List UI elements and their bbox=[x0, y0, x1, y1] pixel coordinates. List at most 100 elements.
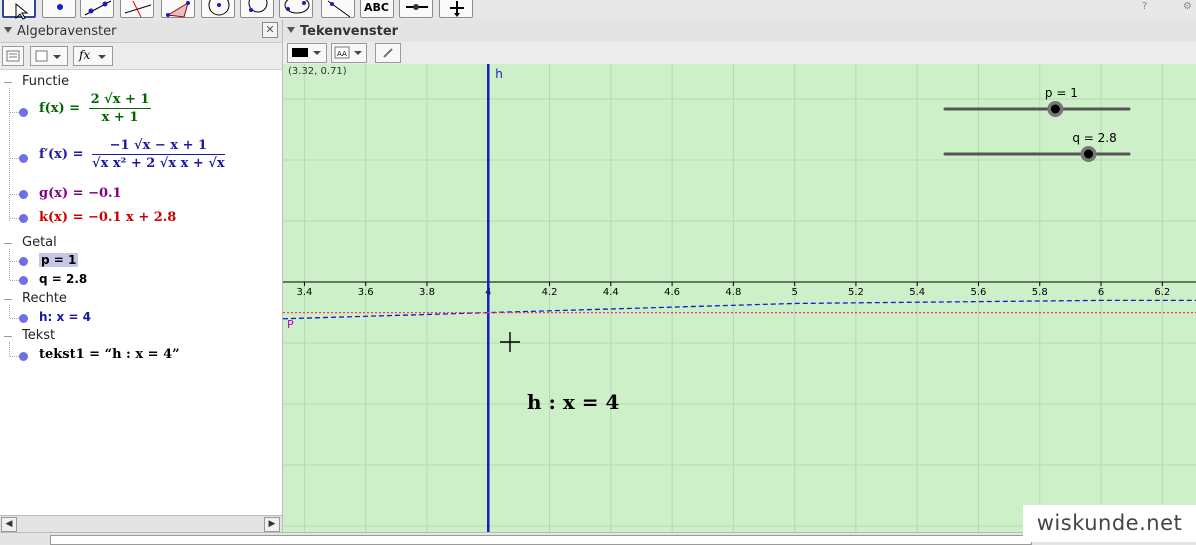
algebra-view-header: Algebravenster ✕ bbox=[0, 20, 282, 43]
line-tool-button[interactable] bbox=[80, 0, 114, 18]
group-getal[interactable]: Getal bbox=[22, 235, 57, 250]
function-f-fraction: 2 √x + 1 x + 1 bbox=[88, 92, 152, 125]
collapse-tekst-icon[interactable] bbox=[4, 336, 12, 337]
algebra-view: Algebravenster ✕ fx Functie f(x) = 2 √x … bbox=[0, 20, 283, 532]
visibility-toggle-q[interactable] bbox=[19, 276, 28, 285]
tree-connector bbox=[10, 158, 19, 159]
x-tick-label: 5.2 bbox=[848, 287, 864, 298]
visibility-toggle-f[interactable] bbox=[19, 108, 28, 117]
x-tick-label: 4.2 bbox=[542, 287, 558, 298]
settings-icon[interactable]: ⚙ bbox=[1183, 1, 1192, 12]
conic-icon bbox=[284, 0, 310, 14]
function-f-denominator: x + 1 bbox=[101, 110, 139, 125]
collapse-getal-icon[interactable] bbox=[4, 243, 12, 244]
visibility-toggle-k[interactable] bbox=[19, 214, 28, 223]
horizontal-scrollbar[interactable]: ◀ ▶ bbox=[0, 515, 282, 532]
graphics-view-header: Tekenvenster bbox=[283, 20, 1196, 43]
number-q[interactable]: q = 2.8 bbox=[39, 272, 87, 286]
polygon-icon bbox=[166, 1, 190, 18]
help-icon[interactable]: ? bbox=[1142, 1, 1147, 12]
description-mode-button[interactable]: fx bbox=[73, 46, 113, 66]
function-f[interactable]: f(x) = 2 √x + 1 x + 1 bbox=[39, 92, 152, 125]
style-bar: AA bbox=[283, 42, 1196, 65]
crosshair-cursor-icon bbox=[500, 332, 520, 352]
text-object-h: h : x = 4 bbox=[527, 390, 619, 414]
function-fprime-numerator: −1 √x − x + 1 bbox=[92, 138, 225, 155]
perpendicular-tool-button[interactable] bbox=[120, 0, 154, 18]
collapse-triangle-icon[interactable] bbox=[4, 27, 12, 33]
tree-connector bbox=[10, 280, 19, 281]
collapse-functie-icon[interactable] bbox=[4, 82, 12, 83]
group-functie[interactable]: Functie bbox=[22, 74, 69, 89]
group-rechte[interactable]: Rechte bbox=[22, 291, 67, 306]
pin-icon bbox=[383, 48, 393, 58]
text-size-icon: AA bbox=[334, 46, 362, 59]
x-tick-label: 4.4 bbox=[603, 287, 619, 298]
tree-connector bbox=[9, 249, 11, 280]
angle-tool-button[interactable] bbox=[321, 0, 355, 18]
toolbar: ABC ? ⚙ bbox=[0, 0, 1196, 21]
function-f-lhs: f(x) = bbox=[39, 101, 81, 116]
series-curve-f bbox=[283, 299, 1196, 320]
visibility-toggle-fprime[interactable] bbox=[19, 154, 28, 163]
list-icon bbox=[6, 50, 20, 62]
auxiliary-objects-button[interactable] bbox=[2, 46, 24, 66]
chevron-down-icon bbox=[98, 55, 106, 59]
x-tick-label: 3.6 bbox=[358, 287, 374, 298]
watermark: wiskunde.net bbox=[1023, 505, 1196, 542]
function-fprime-fraction: −1 √x − x + 1 √x x² + 2 √x x + √x bbox=[92, 138, 225, 171]
tree-connector bbox=[10, 218, 19, 219]
text-tekst1[interactable]: tekst1 = “h : x = 4” bbox=[39, 347, 180, 362]
x-tick-label: 5 bbox=[791, 287, 797, 298]
number-p-text: p = 1 bbox=[39, 253, 79, 267]
slider-q-label: q = 2.8 bbox=[1072, 131, 1116, 145]
tree-connector bbox=[9, 342, 11, 356]
point-icon bbox=[57, 4, 63, 10]
visibility-toggle-p[interactable] bbox=[19, 257, 28, 266]
function-fprime-denominator: √x x² + 2 √x x + √x bbox=[92, 156, 225, 171]
algebra-view-title: Algebravenster bbox=[17, 24, 117, 39]
graphics-view-title: Tekenvenster bbox=[300, 24, 399, 39]
x-tick-label: 5.6 bbox=[971, 287, 987, 298]
graphics-canvas[interactable]: 3.43.63.844.24.44.64.855.25.45.65.866.2h… bbox=[283, 64, 1196, 532]
close-icon[interactable]: ✕ bbox=[262, 22, 278, 38]
x-tick-label: 6 bbox=[1098, 287, 1104, 298]
group-tekst[interactable]: Tekst bbox=[22, 328, 55, 343]
pin-button[interactable] bbox=[375, 43, 401, 63]
number-p[interactable]: p = 1 bbox=[39, 253, 79, 267]
scroll-right-icon[interactable]: ▶ bbox=[264, 517, 280, 532]
arc-icon bbox=[248, 0, 268, 13]
function-g[interactable]: g(x) = −0.1 bbox=[39, 186, 122, 201]
text-tool-button[interactable]: ABC bbox=[360, 0, 394, 18]
collapse-rechte-icon[interactable] bbox=[4, 299, 12, 300]
sort-mode-button[interactable] bbox=[30, 46, 68, 66]
input-field[interactable] bbox=[50, 535, 1032, 545]
function-fprime[interactable]: f′(x) = −1 √x − x + 1 √x x² + 2 √x x + √… bbox=[39, 138, 225, 171]
arc-tool-button[interactable] bbox=[240, 0, 274, 18]
point-tool-button[interactable] bbox=[42, 0, 76, 18]
color-picker-button[interactable] bbox=[287, 43, 327, 63]
visibility-toggle-g[interactable] bbox=[19, 190, 28, 199]
x-tick-label: 5.8 bbox=[1032, 287, 1048, 298]
text-size-button[interactable]: AA bbox=[331, 43, 367, 63]
move-view-tool-button[interactable] bbox=[439, 0, 473, 18]
tree-connector bbox=[9, 305, 11, 318]
plot-svg[interactable]: 3.43.63.844.24.44.64.855.25.45.65.866.2h… bbox=[283, 64, 1196, 532]
algebra-tree: Functie f(x) = 2 √x + 1 x + 1 f′(x) = −1… bbox=[0, 70, 282, 510]
polygon-tool-button[interactable] bbox=[161, 0, 195, 18]
conic-tool-button[interactable] bbox=[279, 0, 313, 18]
perpendicular-icon bbox=[124, 0, 152, 18]
tree-connector bbox=[10, 356, 19, 357]
visibility-toggle-tekst1[interactable] bbox=[19, 352, 28, 361]
function-k[interactable]: k(x) = −0.1 x + 2.8 bbox=[39, 210, 176, 225]
move-tool-button[interactable] bbox=[2, 0, 36, 20]
visibility-toggle-h[interactable] bbox=[19, 314, 28, 323]
scroll-left-icon[interactable]: ◀ bbox=[1, 517, 17, 532]
arrow-cursor-icon bbox=[15, 2, 29, 20]
slider-tool-button[interactable] bbox=[399, 0, 433, 18]
line-h[interactable]: h: x = 4 bbox=[39, 310, 91, 324]
algebra-toolbar: fx bbox=[0, 43, 282, 70]
collapse-triangle-icon[interactable] bbox=[287, 27, 295, 33]
function-f-numerator: 2 √x + 1 bbox=[88, 92, 152, 109]
circle-tool-button[interactable] bbox=[201, 0, 235, 18]
